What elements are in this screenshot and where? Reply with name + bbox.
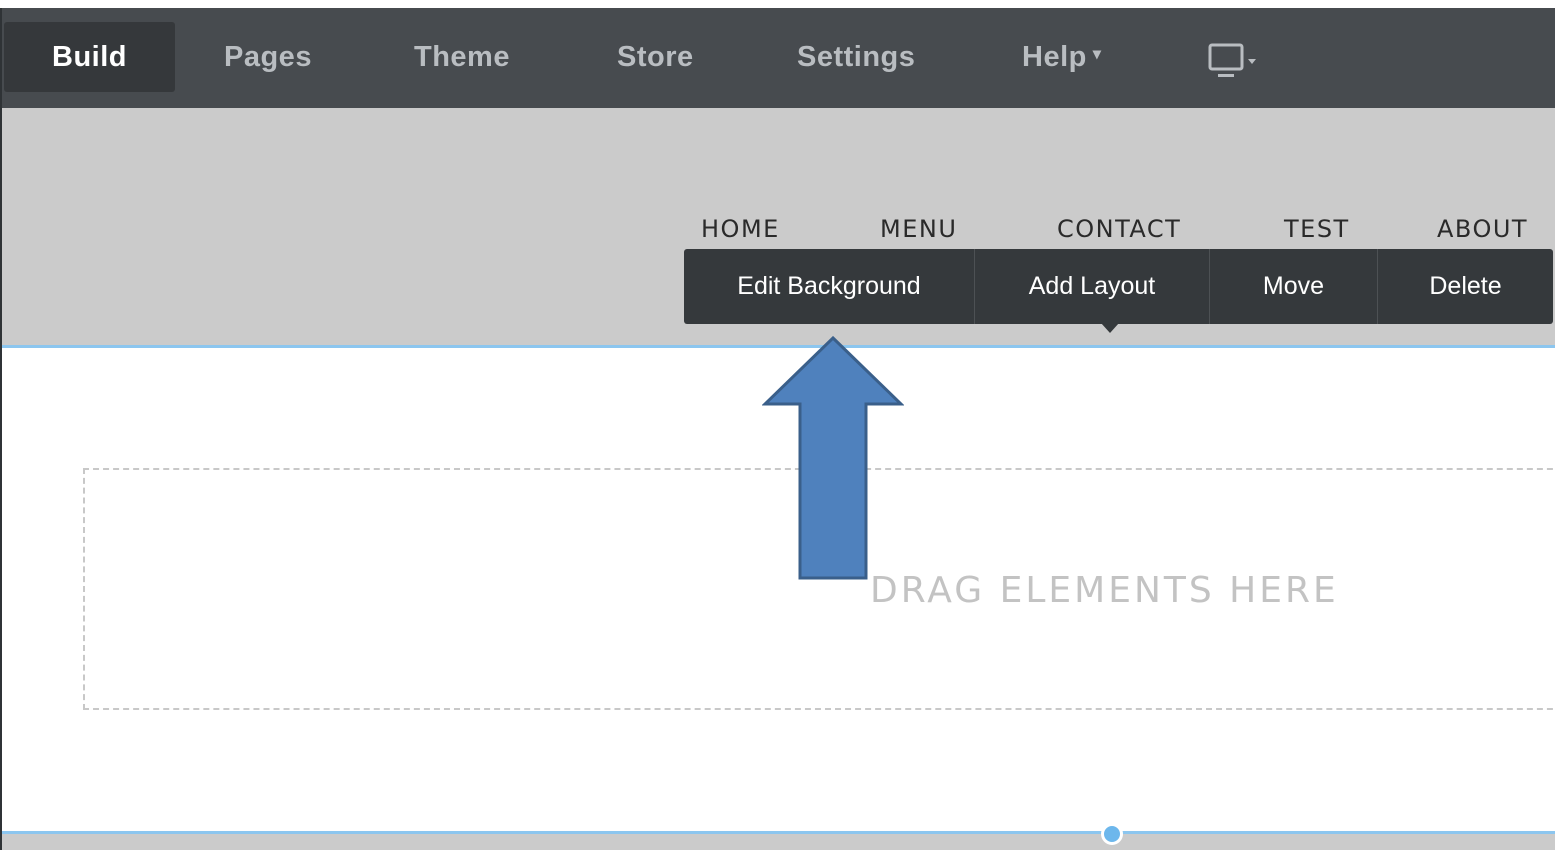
chevron-down-icon: ▾ <box>1092 46 1102 64</box>
tab-help[interactable]: Help ▾ <box>1022 22 1101 92</box>
top-strip <box>0 0 1555 8</box>
next-section <box>2 834 1555 850</box>
tab-help-label: Help <box>1022 41 1087 73</box>
nav-link-about[interactable]: ABOUT <box>1437 212 1528 246</box>
section-resize-handle[interactable] <box>1101 823 1123 845</box>
tab-store[interactable]: Store <box>617 22 694 92</box>
edit-background-button[interactable]: Edit Background <box>684 249 974 324</box>
nav-link-test[interactable]: TEST <box>1284 212 1350 246</box>
tab-pages[interactable]: Pages <box>224 22 312 92</box>
up-arrow-annotation <box>762 336 904 580</box>
nav-link-home[interactable]: HOME <box>701 212 780 246</box>
section-toolbar: Edit Background Add Layout Move Delete <box>684 249 1553 324</box>
device-preview-button[interactable] <box>1208 43 1268 83</box>
nav-link-contact[interactable]: CONTACT <box>1057 212 1181 246</box>
tab-theme[interactable]: Theme <box>414 22 510 92</box>
toolbar-pointer <box>1101 323 1119 333</box>
tab-build[interactable]: Build <box>4 22 175 92</box>
delete-button[interactable]: Delete <box>1378 249 1553 324</box>
move-button[interactable]: Move <box>1210 249 1377 324</box>
nav-link-menu[interactable]: MENU <box>880 212 957 246</box>
add-layout-button[interactable]: Add Layout <box>975 249 1209 324</box>
monitor-icon <box>1208 43 1256 77</box>
editor-toolbar: Build Pages Theme Store Settings Help ▾ <box>0 8 1555 108</box>
drop-zone-placeholder: DRAG ELEMENTS HERE <box>870 570 1339 611</box>
tab-settings[interactable]: Settings <box>797 22 915 92</box>
